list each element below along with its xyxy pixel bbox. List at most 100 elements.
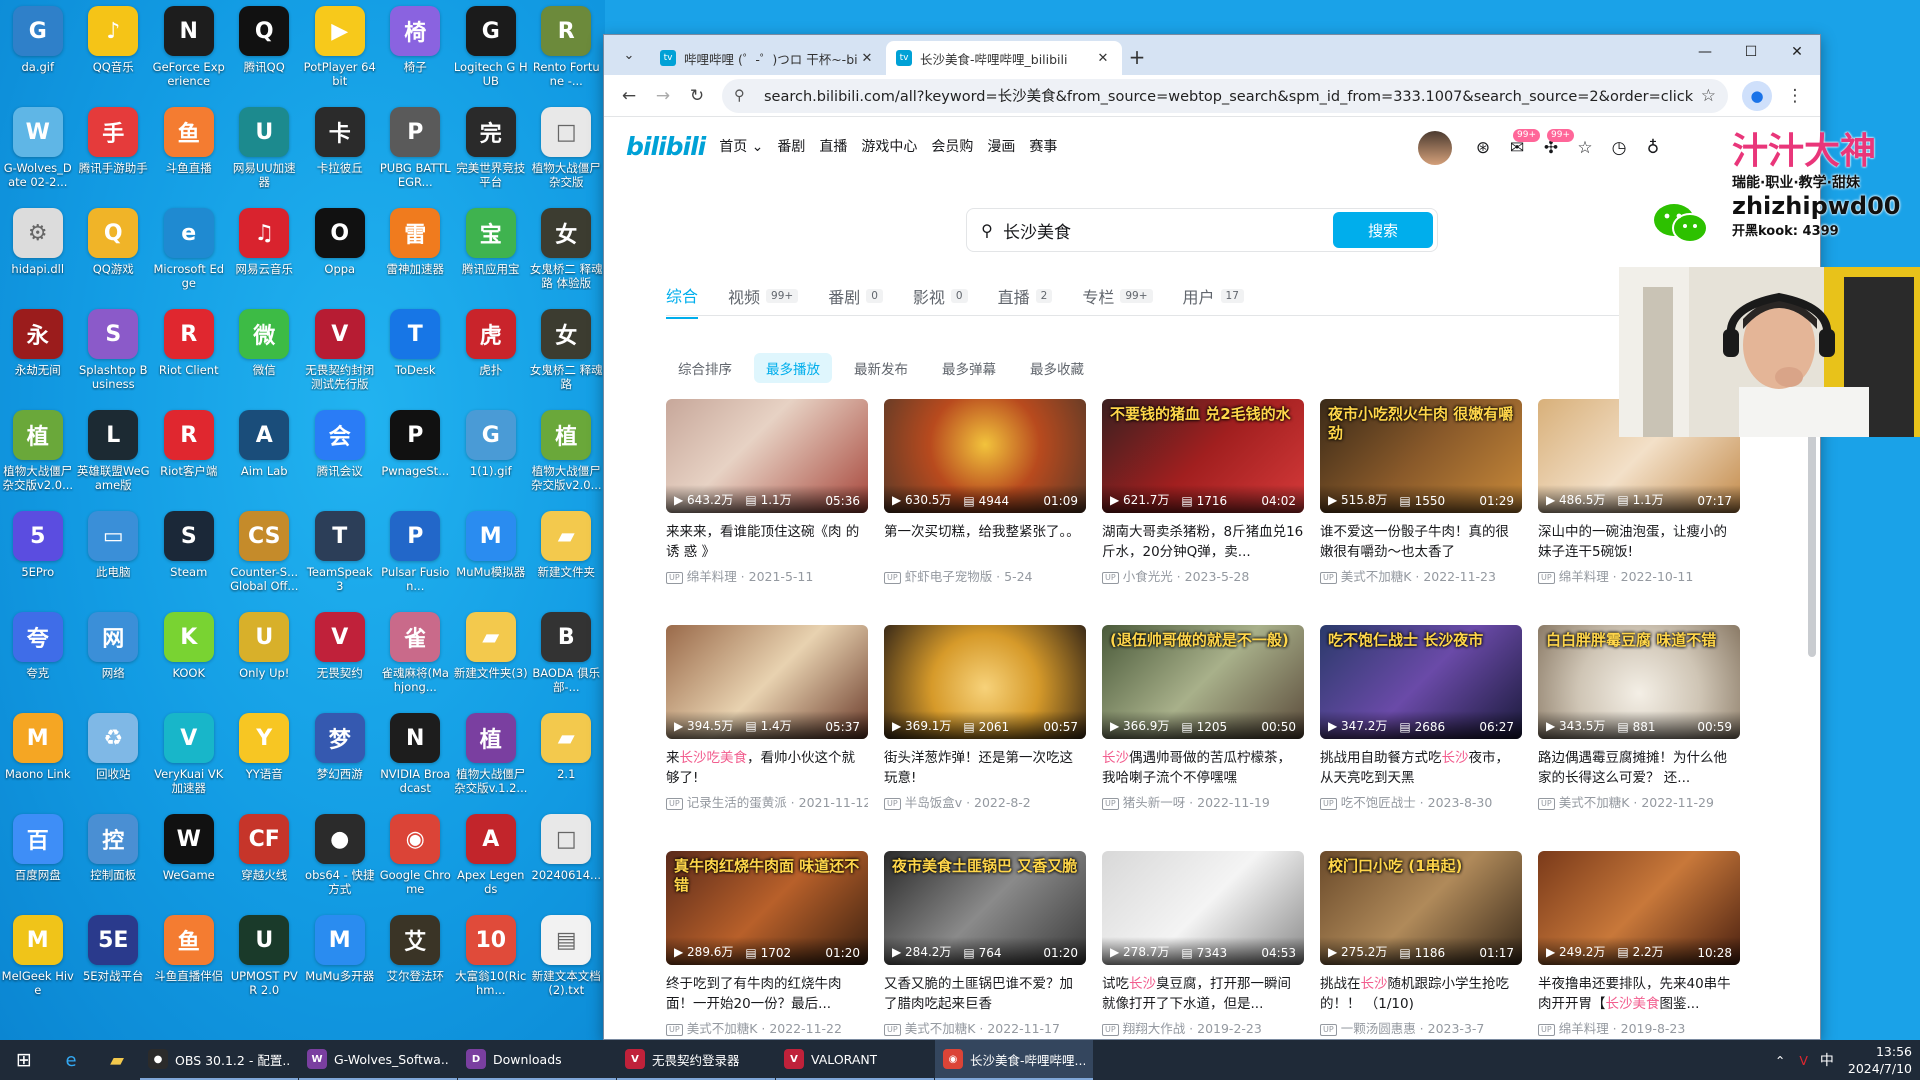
desktop-icon[interactable]: G Logitech G HUB (453, 4, 529, 105)
desktop-icon[interactable]: B BAODA 俱乐部-... (529, 610, 605, 711)
desktop-icon[interactable]: N GeForce Experience (151, 4, 227, 105)
desktop-icon[interactable]: 会腾讯会议 (302, 408, 378, 509)
video-thumbnail[interactable]: ▶ 369.1万 ▤ 2061 00:57 (884, 625, 1086, 739)
video-thumbnail[interactable]: 夜市美食土匪锅巴 又香又脆 ▶ 284.2万 ▤ 764 01:20 (884, 851, 1086, 965)
video-thumbnail[interactable]: ▶ 630.5万 ▤ 4944 01:09 (884, 399, 1086, 513)
forward-arrow-icon[interactable]: → (646, 79, 680, 113)
sort-option[interactable]: 最新发布 (842, 353, 920, 383)
tab-changsha-search[interactable]: tv 长沙美食-哔哩哔哩_bilibili ✕ (886, 41, 1122, 75)
tab-close-icon[interactable]: ✕ (1094, 51, 1112, 66)
video-title[interactable]: 街头洋葱炸弹！还是第一次吃这玩意! (884, 748, 1086, 788)
desktop-icon[interactable]: L 英雄联盟WeGame版 (76, 408, 152, 509)
desktop-icon[interactable]: P Pulsar Fusion... (378, 509, 454, 610)
video-card[interactable]: 白白胖胖霉豆腐 味道不错 ▶ 343.5万 ▤ 881 00:59 路边偶遇霉豆腐摊摊！… (1538, 625, 1740, 851)
search-input[interactable] (1003, 220, 1333, 240)
desktop-icon[interactable]: U UPMOST PVR 2.0 (227, 913, 303, 1014)
desktop-icon[interactable]: 5E 5E对战平台 (76, 913, 152, 1014)
desktop-icon[interactable]: U 网易UU加速器 (227, 105, 303, 206)
page-scrollbar[interactable] (1808, 417, 1816, 657)
type-tab[interactable]: 影视 0 (913, 283, 968, 319)
desktop-icon[interactable]: ▰ 新建文件夹 (529, 509, 605, 610)
video-card[interactable]: ▶ 278.7万 ▤ 7343 04:53 试吃长沙臭豆腐，打开那一瞬间就像打开了下水… (1102, 851, 1304, 1039)
search-button[interactable]: 搜索 (1333, 212, 1433, 248)
uploader-name[interactable]: 美式不加糖K (905, 1021, 976, 1036)
video-title[interactable]: 终于吃到了有牛肉的红烧牛肉面！一开始20一份？最后... (666, 974, 868, 1014)
minimize-icon[interactable]: — (1682, 35, 1728, 69)
video-card[interactable]: ▶ 369.1万 ▤ 2061 00:57 街头洋葱炸弹！还是第一次吃这玩意! UP 半岛… (884, 625, 1086, 851)
uploader-name[interactable]: 绵羊料理 (1559, 1021, 1609, 1036)
video-card[interactable]: 夜市美食土匪锅巴 又香又脆 ▶ 284.2万 ▤ 764 01:20 又香又脆的土匪锅巴… (884, 851, 1086, 1039)
sort-option[interactable]: 最多弹幕 (930, 353, 1008, 383)
desktop-icon[interactable]: 百百度网盘 (0, 812, 76, 913)
video-title[interactable]: 又香又脆的土匪锅巴谁不爱？加了腊肉吃起来巨香 (884, 974, 1086, 1014)
video-card[interactable]: ▶ 643.2万 ▤ 1.1万 05:36 来来来，看谁能顶住这碗《肉 的 诱 惑 》… (666, 399, 868, 625)
url-text[interactable]: search.bilibili.com/all?keyword=长沙美食&fro… (764, 85, 1701, 106)
nav-live[interactable]: 直播 (819, 136, 847, 156)
uploader-name[interactable]: 猪头新一呀 (1123, 795, 1186, 810)
desktop-icon[interactable]: R Rento Fortune -... (529, 4, 605, 105)
taskbar-app[interactable]: V VALORANT (776, 1040, 934, 1080)
desktop-icon[interactable]: G 1(1).gif (453, 408, 529, 509)
desktop-icon[interactable]: ▰ 新建文件夹(3) (453, 610, 529, 711)
video-card[interactable]: 不要钱的猪血 兑2毛钱的水 ▶ 621.7万 ▤ 1716 04:02 湖南大哥卖杀猪粉… (1102, 399, 1304, 625)
tab-bilibili-home[interactable]: tv 哔哩哔哩 (゜-゜)つロ 干杯~-bi ✕ (650, 41, 886, 75)
desktop-icon[interactable]: Y YY语音 (227, 711, 303, 812)
video-thumbnail[interactable]: (退伍帅哥做的就是不一般) ▶ 366.9万 ▤ 1205 00:50 (1102, 625, 1304, 739)
message-icon[interactable]: ✉ 99+ (1502, 129, 1540, 163)
desktop-icon[interactable]: S Steam (151, 509, 227, 610)
desktop-icon[interactable]: 女女鬼桥二 释魂路 (529, 307, 605, 408)
desktop-icon[interactable]: V 无畏契约 (302, 610, 378, 711)
desktop-icon[interactable]: 植植物大战僵尸杂交版v2.0... (529, 408, 605, 509)
uploader-name[interactable]: 一颗汤圆惠惠 (1341, 1021, 1416, 1036)
video-title[interactable]: 路边偶遇霉豆腐摊摊！为什么他家的长得这么可爱？ 还... (1538, 748, 1740, 788)
desktop-icon[interactable]: W G-Wolves_Date 02-2... (0, 105, 76, 206)
ime-indicator[interactable]: 中 (1820, 1050, 1834, 1070)
uploader-name[interactable]: 美式不加糖K (687, 1021, 758, 1036)
desktop-icon[interactable]: ◉ Google Chrome (378, 812, 454, 913)
uploader-name[interactable]: 绵羊料理 (687, 569, 737, 584)
nav-game-center[interactable]: 游戏中心 (861, 136, 917, 156)
video-title[interactable]: 来长沙吃美食，看帅小伙这个就够了! (666, 748, 868, 788)
sort-option[interactable]: 最多播放 (754, 353, 832, 383)
video-title[interactable]: 长沙偶遇帅哥做的苦瓜柠檬茶，我哈喇子流个不停嘿嘿 (1102, 748, 1304, 788)
creator-bulb-icon[interactable]: ♁ (1638, 133, 1668, 163)
desktop-icon[interactable]: 虎虎扑 (453, 307, 529, 408)
tray-chevron-icon[interactable]: ⌃ (1775, 1053, 1785, 1068)
video-title[interactable]: 半夜撸串还要排队，先来40串牛肉开开胃【长沙美食图鉴... (1538, 974, 1740, 1014)
desktop-icon[interactable]: ▭ 此电脑 (76, 509, 152, 610)
desktop-icon[interactable]: 植植物大战僵尸杂交版v.1.2... (453, 711, 529, 812)
taskbar-app[interactable]: W G-Wolves_Softwa... (299, 1040, 457, 1080)
uploader-name[interactable]: 美式不加糖K (1559, 795, 1630, 810)
desktop-icon[interactable]: 控控制面板 (76, 812, 152, 913)
desktop-icon[interactable]: CF 穿越火线 (227, 812, 303, 913)
desktop-icon[interactable]: 5 5EPro (0, 509, 76, 610)
video-title[interactable]: 挑战用自助餐方式吃长沙夜市，从天亮吃到天黑 (1320, 748, 1522, 788)
address-bar[interactable]: ⚲ search.bilibili.com/all?keyword=长沙美食&f… (722, 78, 1728, 113)
uploader-name[interactable]: 虾虾电子宠物版 (905, 569, 993, 584)
desktop-icon[interactable]: 鱼斗鱼直播伴侣 (151, 913, 227, 1014)
desktop-icon[interactable]: Q QQ游戏 (76, 206, 152, 307)
video-title[interactable]: 挑战在长沙随机跟踪小学生抢吃的！！ （1/10) (1320, 974, 1522, 1014)
bilibili-logo[interactable]: bilibili (626, 132, 706, 161)
desktop-icon[interactable]: T TeamSpeak 3 (302, 509, 378, 610)
reload-icon[interactable]: ↻ (680, 79, 714, 113)
desktop-icon[interactable]: M Maono Link (0, 711, 76, 812)
windows-start-icon[interactable]: ⊞ (0, 1040, 48, 1080)
video-thumbnail[interactable]: 夜市小吃烈火牛肉 很嫩有嚼劲 ▶ 515.8万 ▤ 1550 01:29 (1320, 399, 1522, 513)
tab-search-chevron-icon[interactable]: ⌄ (614, 40, 644, 70)
desktop-icon[interactable]: 雀雀魂麻将(Mahjong... (378, 610, 454, 711)
video-title[interactable]: 深山中的一碗油泡蛋，让瘦小的妹子连干5碗饭! (1538, 522, 1740, 562)
video-thumbnail[interactable]: ▶ 278.7万 ▤ 7343 04:53 (1102, 851, 1304, 965)
desktop-icon[interactable]: 完完美世界竞技平台 (453, 105, 529, 206)
video-thumbnail[interactable]: ▶ 249.2万 ▤ 2.2万 10:28 (1538, 851, 1740, 965)
desktop-icon[interactable]: 永永劫无间 (0, 307, 76, 408)
video-thumbnail[interactable]: ▶ 394.5万 ▤ 1.4万 05:37 (666, 625, 868, 739)
nav-comics[interactable]: 漫画 (987, 136, 1015, 156)
uploader-name[interactable]: 半岛饭盒v (905, 795, 962, 810)
video-card[interactable]: 真牛肉红烧牛肉面 味道还不错 ▶ 289.6万 ▤ 1702 01:20 终于吃到了有牛… (666, 851, 868, 1039)
desktop-icon[interactable]: 手腾讯手游助手 (76, 105, 152, 206)
desktop-icon[interactable]: 椅椅子 (378, 4, 454, 105)
site-info-icon[interactable]: ⚲ (734, 88, 756, 104)
maximize-icon[interactable]: ☐ (1728, 35, 1774, 69)
desktop-icon[interactable]: 宝腾讯应用宝 (453, 206, 529, 307)
